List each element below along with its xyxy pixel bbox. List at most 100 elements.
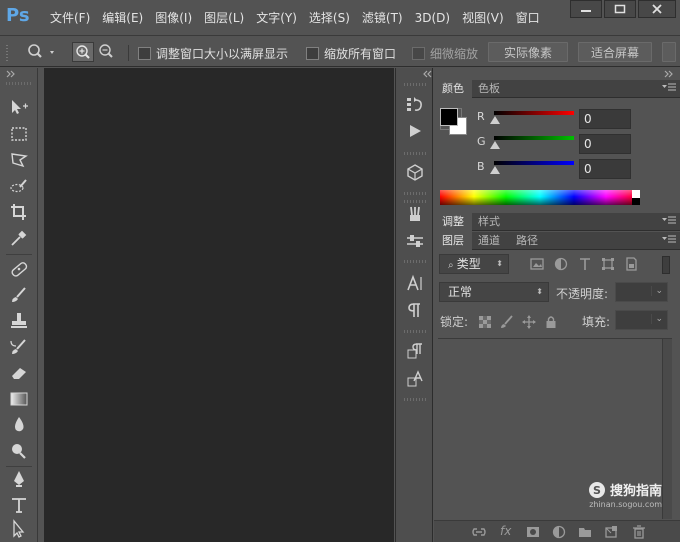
menu-layer[interactable]: 图层(L) [198, 9, 250, 27]
zoom-tool-preset[interactable] [26, 43, 58, 61]
zoom-in-button[interactable] [72, 42, 94, 62]
brush-presets-button[interactable] [401, 202, 429, 226]
clone-stamp-tool[interactable] [7, 310, 31, 332]
fit-screen-button[interactable]: 适合屏幕 [578, 42, 652, 62]
b-slider-thumb[interactable] [490, 166, 500, 174]
3d-panel-button[interactable] [401, 160, 429, 184]
menu-window[interactable]: 窗口 [510, 9, 546, 27]
brush-tool[interactable] [7, 284, 31, 306]
g-slider-thumb[interactable] [490, 141, 500, 149]
tab-swatches[interactable]: 色板 [470, 80, 508, 98]
history-brush-tool[interactable] [7, 336, 31, 358]
tab-adjustments[interactable]: 调整 [434, 213, 472, 231]
fill-field[interactable]: ⌄ [615, 310, 668, 330]
lasso-tool[interactable] [7, 149, 31, 171]
panel-menu-icon[interactable] [662, 216, 676, 226]
zoom-all-option[interactable]: 缩放所有窗口 [306, 45, 396, 62]
menu-image[interactable]: 图像(I) [149, 9, 198, 27]
zoom-out-button[interactable] [96, 42, 118, 62]
g-value-field[interactable]: 0 [579, 134, 631, 154]
move-tool[interactable] [7, 96, 31, 118]
tab-paths[interactable]: 路径 [508, 232, 546, 250]
actions-panel-button[interactable] [401, 119, 429, 143]
actual-pixels-button[interactable]: 实际像素 [488, 42, 568, 62]
r-slider-thumb[interactable] [490, 116, 500, 124]
gradient-tool[interactable] [7, 388, 31, 410]
link-layers-icon[interactable] [472, 525, 486, 539]
add-mask-icon[interactable] [526, 525, 540, 539]
brush-panel-button[interactable] [401, 229, 429, 253]
adjustment-layer-filter-icon[interactable] [554, 257, 568, 271]
color-spectrum-ramp[interactable] [440, 190, 640, 205]
main-menu: 文件(F) 编辑(E) 图像(I) 图层(L) 文字(Y) 选择(S) 滤镜(T… [44, 9, 546, 27]
menu-filter[interactable]: 滤镜(T) [356, 9, 409, 27]
lock-transparent-pixels-icon[interactable] [478, 315, 492, 329]
document-area[interactable] [44, 68, 394, 542]
panel-menu-icon[interactable] [662, 83, 676, 93]
black-ramp-chip[interactable] [632, 198, 640, 205]
shape-layer-filter-icon[interactable] [601, 257, 615, 271]
menu-view[interactable]: 视图(V) [456, 9, 510, 27]
character-panel-button[interactable] [401, 271, 429, 295]
menu-3d[interactable]: 3D(D) [409, 9, 456, 27]
resize-windows-checkbox[interactable] [138, 47, 151, 60]
blend-mode-dropdown[interactable]: 正常 ⬍ [439, 282, 549, 302]
tab-layers[interactable]: 图层 [434, 232, 472, 250]
pen-tool[interactable] [7, 468, 31, 490]
g-slider[interactable] [494, 136, 574, 140]
marquee-tool[interactable] [7, 123, 31, 145]
paragraph-panel-button[interactable] [401, 298, 429, 322]
history-panel-button[interactable] [401, 92, 429, 116]
white-ramp-chip[interactable] [632, 190, 640, 198]
blur-tool[interactable] [7, 414, 31, 436]
menu-type[interactable]: 文字(Y) [250, 9, 303, 27]
layers-scrollbar[interactable] [662, 339, 672, 519]
fill-screen-button[interactable] [662, 42, 676, 62]
layer-filter-type-dropdown[interactable]: ⌕ 类型 ⬍ [439, 254, 509, 274]
tab-styles[interactable]: 样式 [470, 213, 508, 231]
zoom-all-checkbox[interactable] [306, 47, 319, 60]
close-button[interactable] [638, 0, 676, 18]
filter-toggle-switch[interactable] [662, 256, 670, 274]
new-adjustment-layer-icon[interactable] [552, 525, 566, 539]
fx-icon[interactable]: fx [500, 524, 511, 538]
r-value-field[interactable]: 0 [579, 109, 631, 129]
healing-brush-tool[interactable] [7, 258, 31, 280]
character-styles-button[interactable] [401, 367, 429, 391]
collapse-tools-icon[interactable] [6, 70, 18, 78]
smart-object-filter-icon[interactable] [624, 257, 638, 271]
dodge-tool[interactable] [7, 440, 31, 462]
scrubby-zoom-checkbox[interactable] [412, 47, 425, 60]
minimize-button[interactable] [570, 0, 602, 18]
resize-windows-option[interactable]: 调整窗口大小以满屏显示 [138, 45, 288, 62]
quick-selection-tool[interactable] [7, 175, 31, 197]
menu-edit[interactable]: 编辑(E) [96, 9, 149, 27]
type-tool[interactable] [7, 494, 31, 516]
scrubby-zoom-option[interactable]: 细微缩放 [412, 45, 478, 62]
maximize-button[interactable] [604, 0, 636, 18]
panel-menu-icon[interactable] [662, 235, 676, 245]
paragraph-styles-button[interactable] [401, 339, 429, 363]
eraser-tool[interactable] [7, 362, 31, 384]
b-value-field[interactable]: 0 [579, 159, 631, 179]
opacity-field[interactable]: ⌄ [615, 282, 668, 302]
foreground-color-chip[interactable] [440, 108, 458, 126]
lock-image-pixels-icon[interactable] [500, 315, 514, 329]
crop-tool[interactable] [7, 201, 31, 223]
collapse-dock-icon[interactable] [422, 70, 434, 78]
collapse-panels-icon[interactable] [664, 70, 676, 78]
path-selection-tool[interactable] [7, 518, 31, 540]
pixel-layer-filter-icon[interactable] [530, 257, 544, 271]
menu-select[interactable]: 选择(S) [303, 9, 356, 27]
b-slider[interactable] [494, 161, 574, 165]
type-layer-filter-icon[interactable] [578, 257, 592, 271]
lock-all-icon[interactable] [544, 315, 558, 329]
lock-position-icon[interactable] [522, 315, 536, 329]
tools-panel [0, 68, 38, 542]
r-slider[interactable] [494, 111, 574, 115]
eyedropper-tool[interactable] [7, 227, 31, 249]
tab-channels[interactable]: 通道 [470, 232, 508, 250]
menu-file[interactable]: 文件(F) [44, 9, 96, 27]
tab-color[interactable]: 颜色 [434, 80, 472, 98]
r-channel-label: R [477, 110, 485, 123]
